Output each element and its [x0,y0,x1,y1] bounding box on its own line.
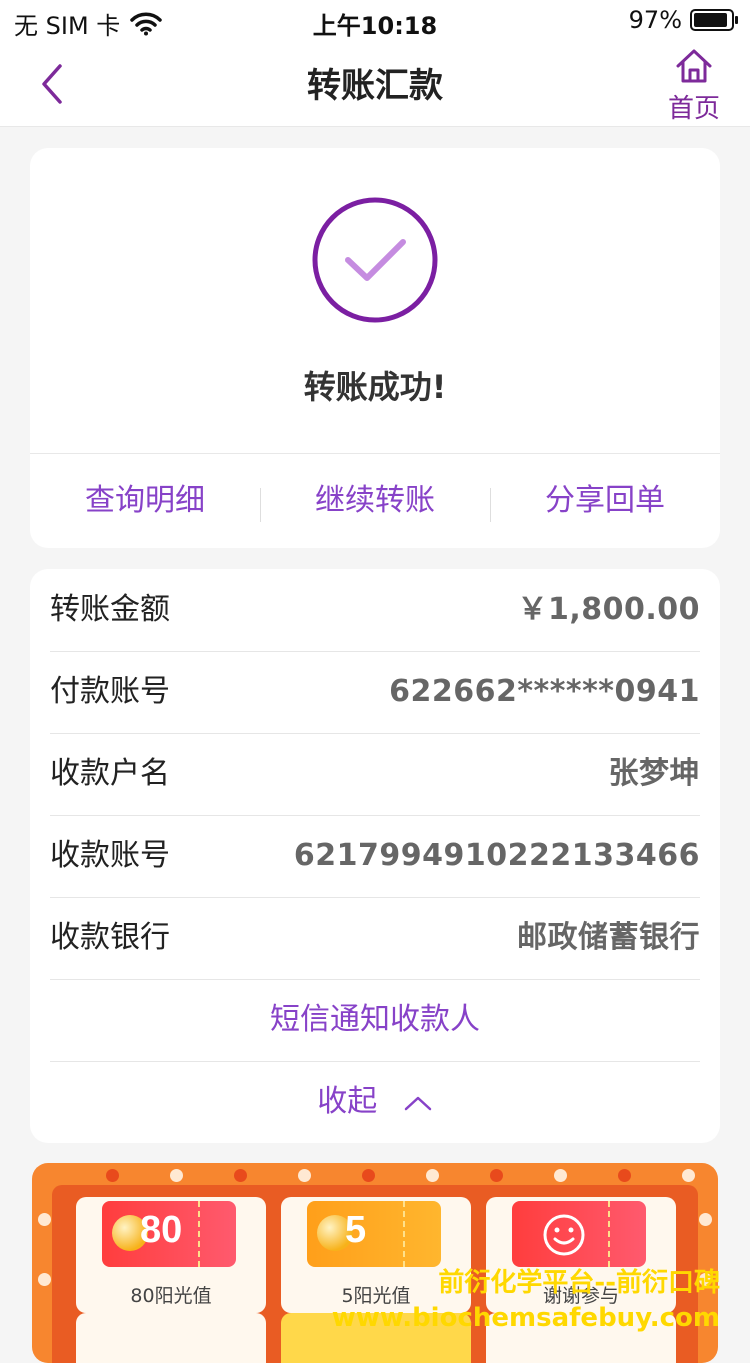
battery-percent: 97% [628,6,682,34]
light-bulb [298,1169,311,1182]
action-row: 查询明细 继续转账 分享回单 [30,454,720,548]
home-icon [676,49,712,83]
watermark-line-1: 前衍化学平台--前衍口碑 [438,1268,720,1298]
coupon-stub [608,1201,646,1267]
light-bulb [618,1169,631,1182]
coupon-5: 5 [307,1201,441,1267]
home-label: 首页 [667,94,720,124]
action-separator [490,488,491,522]
light-bulb [426,1169,439,1182]
prize-tile-partial [76,1313,266,1363]
query-details-button[interactable]: 查询明细 [30,454,260,548]
detail-row-amount: 转账金额 ￥1,800.00 [50,569,700,652]
detail-row-payee-bank: 收款银行 邮政储蓄银行 [50,897,700,980]
detail-label: 付款账号 [50,674,170,709]
detail-label: 收款银行 [50,920,170,955]
light-bulb [38,1273,51,1286]
light-bulb [170,1169,183,1182]
detail-value: 张梦坤 [608,756,700,791]
prize-label: 80阳光值 [130,1285,212,1307]
detail-row-payee-account: 收款账号 6217994910222133466 [50,815,700,898]
coupon-stub [403,1201,441,1267]
action-separator [260,488,261,522]
coupon-number: 5 [345,1209,367,1251]
detail-label: 收款账号 [50,838,170,873]
detail-label: 收款户名 [50,756,170,791]
success-check-icon [312,197,438,323]
detail-row-payer-account: 付款账号 622662******0941 [50,651,700,734]
smiley-icon [543,1214,585,1256]
nav-bar: 转账汇款 首页 [0,40,750,127]
sms-notify-payee-link[interactable]: 短信通知收款人 [50,979,700,1062]
collapse-label: 收起 [317,1084,378,1119]
detail-value: 6217994910222133466 [293,838,700,873]
coupon-number: 80 [140,1209,183,1251]
home-button[interactable]: 首页 [664,46,724,125]
battery-icon [690,9,738,31]
chevron-up-icon [404,1096,432,1110]
light-bulb [362,1169,375,1182]
share-receipt-button[interactable]: 分享回单 [490,454,720,548]
light-bulb [682,1169,695,1182]
detail-label: 转账金额 [50,592,170,627]
battery-fill [694,13,727,27]
light-bulb [490,1169,503,1182]
status-bar: 无 SIM 卡 上午10:18 97% [0,0,750,40]
detail-value: ￥1,800.00 [517,592,700,627]
watermark-line-2: www.biochemsafebuy.com [331,1303,720,1333]
detail-value: 622662******0941 [389,674,700,709]
coupon-80: 80 [102,1201,236,1267]
collapse-button[interactable]: 收起 [30,1061,720,1143]
continue-transfer-button[interactable]: 继续转账 [260,454,490,548]
success-card: 转账成功! 查询明细 继续转账 分享回单 [30,148,720,548]
success-message: 转账成功! [303,368,447,406]
light-bulb [234,1169,247,1182]
light-bulb [38,1213,51,1226]
coupon-thanks [512,1201,646,1267]
detail-value: 邮政储蓄银行 [517,920,700,955]
light-bulb [106,1169,119,1182]
transfer-detail-card: 转账金额 ￥1,800.00 付款账号 622662******0941 收款户… [30,569,720,1143]
coupon-stub [198,1201,236,1267]
detail-row-payee-name: 收款户名 张梦坤 [50,733,700,816]
page-title: 转账汇款 [307,66,443,106]
light-bulb [699,1213,712,1226]
light-bulb [554,1169,567,1182]
prize-tile-80: 80 80阳光值 [76,1197,266,1313]
status-right: 97% [628,6,738,34]
